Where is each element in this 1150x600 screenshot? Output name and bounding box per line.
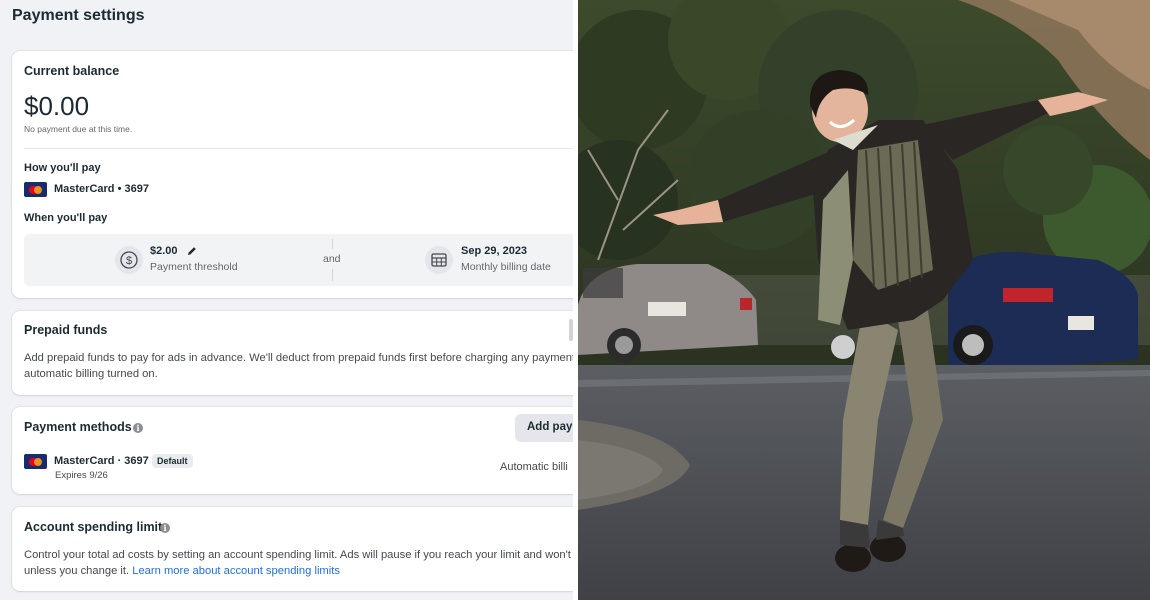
- billing-date-label: Monthly billing date: [461, 261, 551, 273]
- divider-bottom: [332, 269, 333, 281]
- spending-line-1: Control your total ad costs by setting a…: [24, 549, 573, 561]
- spending-limit-description: Control your total ad costs by setting a…: [24, 547, 573, 579]
- how-you-pay-label: How you'll pay: [24, 162, 101, 174]
- add-payment-method-button[interactable]: Add paym: [515, 414, 573, 442]
- spending-line-2-text: unless you change it.: [24, 565, 130, 577]
- payment-settings-panel: Payment settings Current balance $0.00 N…: [0, 0, 573, 600]
- prepaid-line-1: Add prepaid funds to pay for ads in adva…: [24, 352, 573, 364]
- spending-line-2: unless you change it. Learn more about a…: [24, 563, 573, 579]
- dollar-circle-icon: $: [115, 246, 143, 274]
- current-balance-card: Current balance $0.00 No payment due at …: [12, 51, 573, 298]
- info-icon[interactable]: i: [133, 423, 143, 433]
- default-badge: Default: [152, 454, 193, 468]
- threshold-value: $2.00: [150, 245, 178, 257]
- prepaid-line-2: automatic billing turned on.: [24, 368, 158, 380]
- payment-method-card: MasterCard · 3697: [54, 455, 149, 467]
- dancing-man-photo: [578, 0, 1150, 600]
- balance-amount: $0.00: [24, 91, 90, 121]
- conjunction-and: and: [323, 253, 341, 265]
- mastercard-icon: [24, 454, 47, 469]
- prepaid-funds-title: Prepaid funds: [24, 323, 108, 337]
- when-you-pay-label: When you'll pay: [24, 212, 108, 224]
- card-expiry: Expires 9/26: [55, 470, 108, 481]
- svg-text:$: $: [126, 255, 132, 267]
- spending-limit-title: Account spending limit: [24, 520, 163, 534]
- billing-date: Sep 29, 2023: [461, 245, 528, 257]
- calendar-icon: [425, 246, 453, 274]
- prepaid-funds-card: Prepaid funds Add prepaid funds to pay f…: [12, 311, 573, 395]
- mastercard-icon: [24, 182, 47, 197]
- section-divider: [24, 148, 573, 149]
- payment-methods-title: Payment methods: [24, 420, 132, 434]
- current-balance-title: Current balance: [24, 64, 120, 78]
- billing-status: Automatic billi: [500, 461, 568, 473]
- page-title: Payment settings: [12, 7, 145, 24]
- learn-more-spending-link[interactable]: Learn more about account spending limits: [132, 565, 340, 577]
- balance-note: No payment due at this time.: [24, 124, 133, 134]
- photo-illustration: [578, 0, 1150, 600]
- divider-top: [332, 239, 333, 249]
- spending-limit-card: Account spending limit i Control your to…: [12, 507, 573, 591]
- payment-methods-card: Payment methods i Add paym MasterCard · …: [12, 407, 573, 494]
- pencil-icon[interactable]: [186, 244, 198, 256]
- info-icon[interactable]: i: [160, 523, 170, 533]
- how-you-pay-card: MasterCard • 3697: [54, 183, 149, 195]
- billing-summary: $ $2.00 Payment threshold and Sep 29, 20…: [24, 234, 573, 286]
- threshold-label: Payment threshold: [150, 261, 238, 273]
- prepaid-funds-description: Add prepaid funds to pay for ads in adva…: [24, 350, 573, 382]
